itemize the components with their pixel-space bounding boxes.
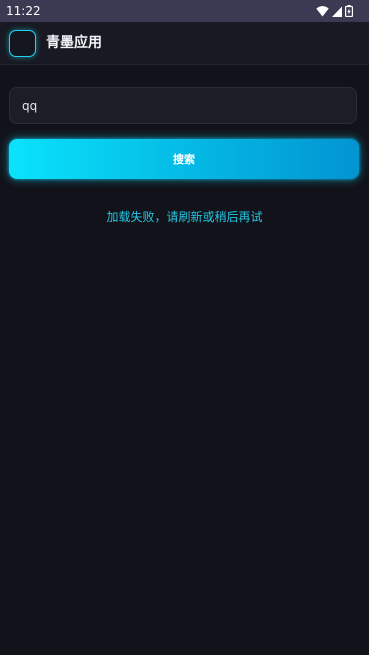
wifi-icon [316,5,329,17]
app-logo-icon [9,30,36,57]
signal-icon [332,6,342,17]
battery-icon [345,5,353,17]
search-button[interactable]: 搜索 [9,139,359,179]
app-title: 青墨应用 [46,35,102,51]
status-time: 11:22 [6,4,41,18]
status-bar: 11:22 [0,0,369,22]
app-screen: 11:22 青墨应用 搜索 [0,0,369,655]
search-input[interactable] [9,87,357,124]
error-message: 加载失败，请刷新或稍后再试 [106,210,263,224]
status-icons [316,5,353,17]
app-bar: 青墨应用 [0,22,369,65]
